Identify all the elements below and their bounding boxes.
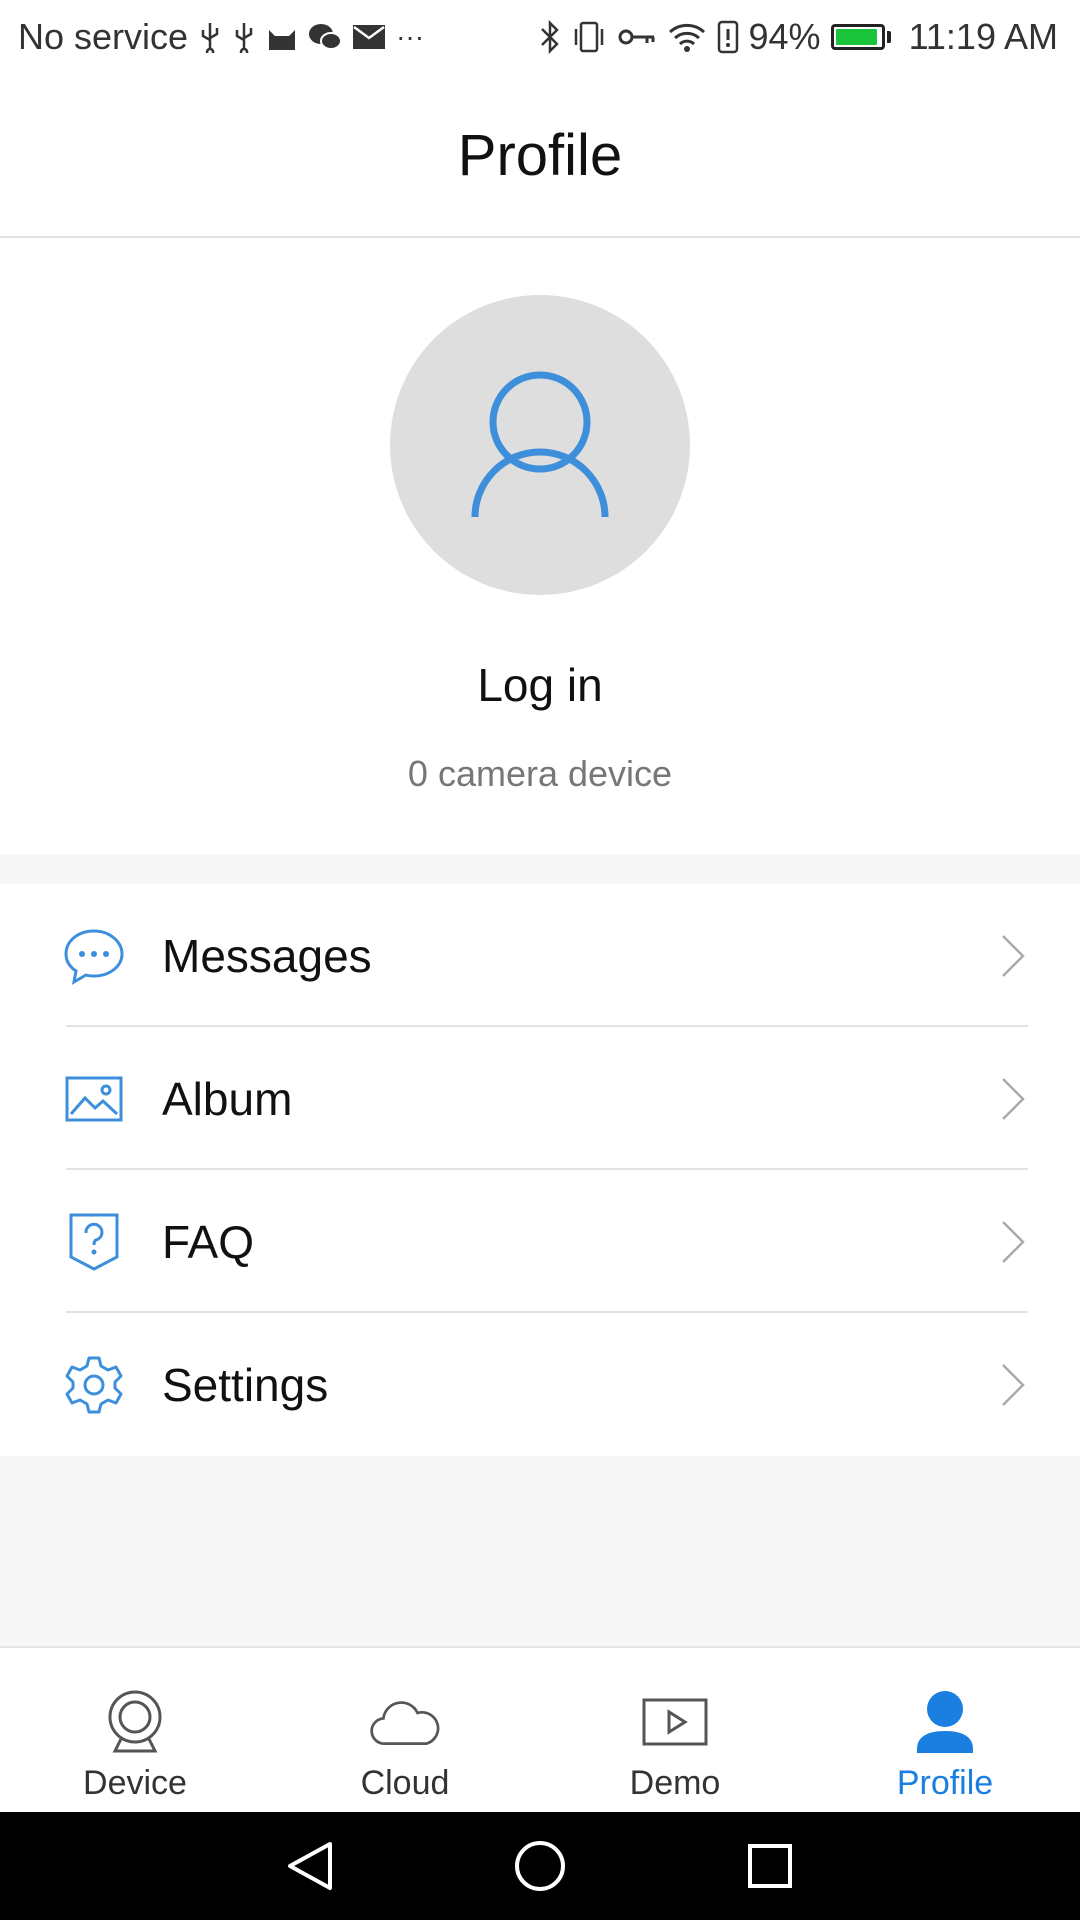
menu-item-label: Settings	[162, 1358, 329, 1411]
chevron-right-icon	[998, 1217, 1028, 1267]
login-link[interactable]: Log in	[0, 658, 1080, 712]
chevron-right-icon	[998, 931, 1028, 981]
profile-section: Log in 0 camera device	[0, 240, 1080, 854]
carrier-text: No service	[18, 16, 189, 57]
battery-percent: 94%	[748, 16, 821, 57]
alert-phone-icon	[717, 20, 739, 54]
overflow-dots: ···	[396, 21, 425, 52]
status-bar: No service ··· 94% 11:19 AM	[0, 0, 1080, 74]
home-icon[interactable]	[510, 1836, 570, 1896]
bluetooth-icon	[539, 20, 561, 54]
profile-menu: Messages Album FAQ Settings	[0, 884, 1080, 1456]
tab-label: Demo	[629, 1764, 721, 1802]
usb-icon	[198, 21, 222, 53]
image-icon	[62, 1067, 126, 1131]
section-gap	[0, 854, 1080, 884]
menu-item-label: Messages	[162, 929, 372, 982]
avatar[interactable]	[390, 295, 690, 595]
page-title: Profile	[457, 122, 623, 188]
key-icon	[617, 25, 657, 49]
device-count-text: 0 camera device	[407, 753, 673, 794]
cloud-icon	[369, 1686, 441, 1758]
vibrate-icon	[571, 20, 607, 54]
clock-time: 11:19 AM	[908, 16, 1058, 57]
tab-label: Cloud	[360, 1764, 450, 1802]
battery-icon	[830, 24, 891, 50]
recents-icon[interactable]	[740, 1836, 800, 1896]
tab-label: Device	[83, 1764, 187, 1802]
chevron-right-icon	[998, 1074, 1028, 1124]
page-header: Profile	[0, 74, 1080, 238]
menu-item-faq[interactable]: FAQ	[0, 1170, 1080, 1313]
chat-bubble-icon	[62, 924, 126, 988]
bottom-tab-bar: Device Cloud Demo Profile	[0, 1646, 1080, 1812]
empty-area	[0, 1456, 1080, 1646]
tab-label: Profile	[896, 1764, 994, 1802]
menu-item-settings[interactable]: Settings	[0, 1313, 1080, 1456]
person-outline-icon	[471, 371, 609, 518]
menu-item-album[interactable]: Album	[0, 1027, 1080, 1170]
chevron-right-icon	[998, 1360, 1028, 1410]
mail-icon	[352, 23, 386, 51]
wechat-icon	[308, 22, 343, 52]
system-nav-bar	[0, 1812, 1080, 1920]
cat-app-icon	[266, 22, 298, 52]
tab-cloud[interactable]: Cloud	[270, 1648, 540, 1812]
camera-icon	[99, 1686, 171, 1758]
wifi-icon	[667, 21, 707, 53]
menu-item-label: FAQ	[162, 1215, 255, 1268]
play-icon	[639, 1686, 711, 1758]
gear-icon	[62, 1353, 126, 1417]
tab-profile[interactable]: Profile	[810, 1648, 1080, 1812]
menu-item-messages[interactable]: Messages	[0, 884, 1080, 1027]
usb-icon	[232, 21, 256, 53]
menu-item-label: Album	[162, 1072, 293, 1125]
tab-device[interactable]: Device	[0, 1648, 270, 1812]
person-icon	[909, 1686, 981, 1758]
back-icon[interactable]	[280, 1836, 340, 1896]
question-badge-icon	[62, 1210, 126, 1274]
tab-demo[interactable]: Demo	[540, 1648, 810, 1812]
